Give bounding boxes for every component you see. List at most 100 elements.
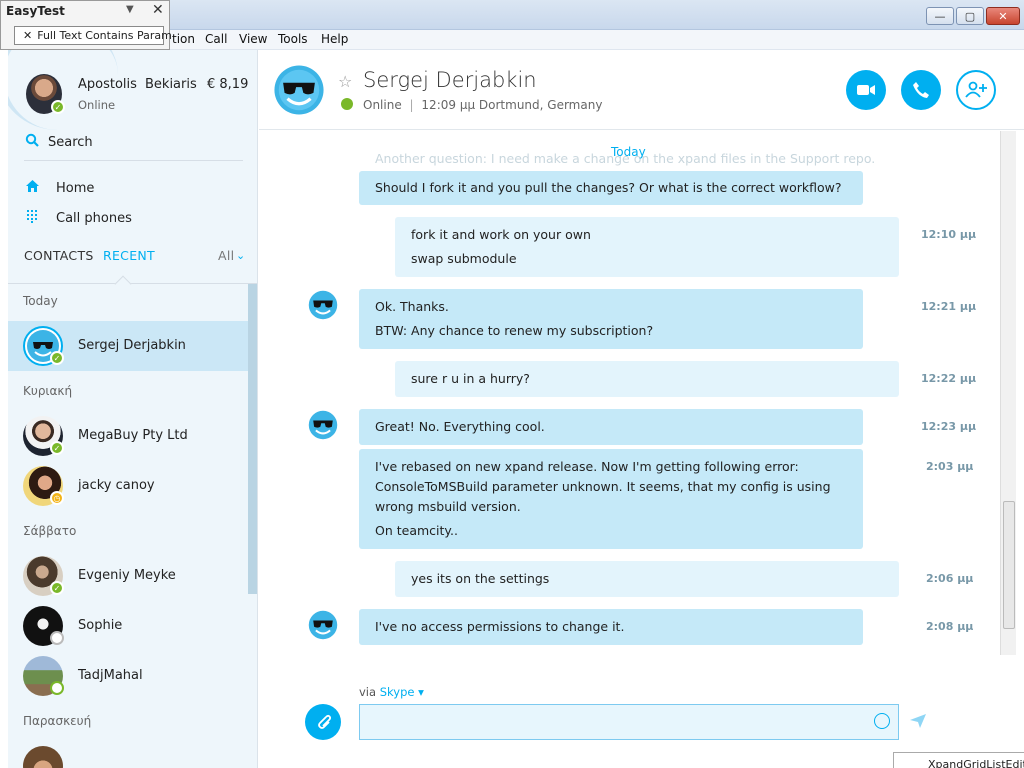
add-people-button[interactable] [956, 70, 996, 110]
dialpad-icon [24, 209, 40, 227]
chevron-down-icon[interactable]: ▼ [126, 4, 134, 15]
message-bubble[interactable]: Ok. Thanks. BTW: Any chance to renew my … [359, 289, 863, 349]
contact-name: Evgeniy Meyke [78, 568, 176, 583]
menu-call[interactable]: Call [205, 32, 227, 46]
separator: | [409, 98, 414, 112]
skype-credit[interactable]: € 8,19 [207, 77, 248, 92]
offline-status-icon [50, 681, 64, 695]
message-line: Should I fork it and you pull the change… [375, 180, 842, 195]
message-bubble[interactable]: Should I fork it and you pull the change… [359, 171, 863, 205]
message-line: BTW: Any chance to renew my subscription… [375, 323, 654, 338]
message-line: On teamcity.. [375, 523, 458, 538]
message-input-box[interactable] [359, 704, 899, 740]
list-item[interactable]: ✓ Sergej Derjabkin [8, 321, 248, 371]
skype-emoticon-avatar[interactable] [307, 289, 339, 321]
close-window-button[interactable]: ✕ [986, 7, 1020, 25]
message-line: yes its on the settings [411, 571, 550, 586]
message-bubble[interactable]: I've rebased on new xpand release. Now I… [359, 449, 863, 549]
star-icon[interactable]: ☆ [338, 72, 352, 91]
contact-tabs: CONTACTS RECENT All ⌄ [24, 248, 254, 268]
message-time: 12:21 μμ [921, 300, 977, 313]
x-icon: ✕ [23, 29, 33, 42]
contacts-scrollbar[interactable] [248, 284, 257, 594]
close-icon[interactable]: ✕ [152, 2, 164, 18]
contact-name: MegaBuy Pty Ltd [78, 428, 188, 443]
message-bubble[interactable]: fork it and work on your own swap submod… [395, 217, 899, 277]
list-item[interactable]: Sophie [8, 601, 248, 651]
chat-scrollbar[interactable] [1000, 131, 1016, 655]
attach-button[interactable] [305, 704, 341, 740]
full-text-contains-param-button[interactable]: ✕ Full Text Contains Param [14, 26, 172, 45]
chevron-down-icon[interactable]: ⌄ [236, 249, 246, 262]
phone-icon [913, 82, 929, 98]
easytest-title: EasyTest [6, 4, 65, 18]
online-status-icon [341, 98, 353, 110]
taskbar-tooltip: XpandGridListEdito [893, 752, 1024, 768]
contact-name: jacky canoy [78, 478, 155, 493]
message-history: Another question: I need make a change o… [259, 131, 999, 655]
menu-view[interactable]: View [239, 32, 267, 46]
sidebar: ✓ Apostolis Bekiaris € 8,19 Online Searc… [8, 50, 258, 768]
menu-help[interactable]: Help [321, 32, 348, 46]
contact-name: Sophie [78, 618, 123, 633]
skype-emoticon-avatar[interactable] [307, 409, 339, 441]
message-input[interactable] [360, 705, 860, 739]
message-line: Great! No. Everything cool. [375, 419, 545, 434]
menu-conversation[interactable]: tion [172, 32, 195, 46]
message-bubble[interactable]: Great! No. Everything cool. [359, 409, 863, 445]
recent-list: Today ✓ Sergej Derjabkin Κυριακή ✓ MegaB… [8, 284, 248, 768]
scrollbar-thumb[interactable] [1003, 501, 1015, 629]
message-line: fork it and work on your own [411, 227, 591, 242]
online-status-icon: ✓ [50, 581, 64, 595]
chevron-down-icon[interactable]: ▾ [418, 685, 424, 699]
audio-call-button[interactable] [901, 70, 941, 110]
group-header: Παρασκευή [23, 714, 92, 728]
home-nav[interactable]: Home [24, 179, 94, 197]
group-header: Σάββατο [23, 524, 77, 538]
list-item[interactable]: TadjMahal [8, 651, 248, 701]
add-person-icon [965, 81, 987, 98]
call-phones-label: Call phones [56, 210, 132, 226]
list-item[interactable]: ✓ Evgeniy Meyke [8, 551, 248, 601]
maximize-button[interactable]: ▢ [956, 7, 984, 25]
online-status-icon: ✓ [50, 441, 64, 455]
search-icon [24, 133, 40, 151]
filter-all[interactable]: All [218, 248, 234, 263]
message-bubble[interactable]: I've no access permissions to change it. [359, 609, 863, 645]
list-item[interactable]: ◷ jacky canoy [8, 461, 248, 511]
contact-avatar[interactable] [23, 746, 63, 768]
message-bubble[interactable]: yes its on the settings [395, 561, 899, 597]
emoticon-icon[interactable] [874, 713, 890, 729]
send-button[interactable] [909, 713, 927, 733]
message-time: 2:03 μμ [926, 460, 974, 473]
message-time: 2:08 μμ [926, 620, 974, 633]
paperclip-icon [318, 714, 331, 729]
profile-first-name: Apostolis [78, 77, 137, 92]
profile-last-name: Bekiaris [145, 77, 197, 92]
send-via: via Skype ▾ [359, 685, 424, 699]
skype-emoticon-avatar[interactable] [307, 609, 339, 641]
local-time-location: 12:09 μμ Dortmund, Germany [421, 98, 603, 112]
tab-recent[interactable]: RECENT [103, 248, 155, 263]
menu-tools[interactable]: Tools [278, 32, 308, 46]
contact-name: Sergej Derjabkin [78, 338, 186, 353]
profile-status[interactable]: Online [78, 98, 115, 112]
call-phones-nav[interactable]: Call phones [24, 209, 132, 227]
message-line: I've rebased on new xpand release. Now I… [375, 459, 799, 474]
message-line: ConsoleToMSBuild parameter unknown. It s… [375, 479, 831, 494]
minimize-button[interactable]: — [926, 7, 954, 25]
easytest-button-label: Full Text Contains Param [37, 29, 172, 42]
skype-emoticon-avatar[interactable] [273, 64, 325, 116]
conversation-status: Online | 12:09 μμ Dortmund, Germany [363, 98, 602, 112]
video-call-button[interactable] [846, 70, 886, 110]
message-time: 2:06 μμ [926, 572, 974, 585]
via-skype-link[interactable]: Skype [380, 685, 415, 699]
divider [24, 160, 243, 161]
tab-contacts[interactable]: CONTACTS [24, 248, 94, 263]
search-row[interactable]: Search [24, 133, 93, 151]
conversation-pane: ☆ Sergej Derjabkin Online | 12:09 μμ Dor… [259, 50, 1024, 768]
online-status-icon: ✓ [50, 351, 64, 365]
message-bubble[interactable]: sure r u in a hurry? [395, 361, 899, 397]
list-item[interactable]: ✓ MegaBuy Pty Ltd [8, 411, 248, 461]
message-line: swap submodule [411, 251, 517, 266]
